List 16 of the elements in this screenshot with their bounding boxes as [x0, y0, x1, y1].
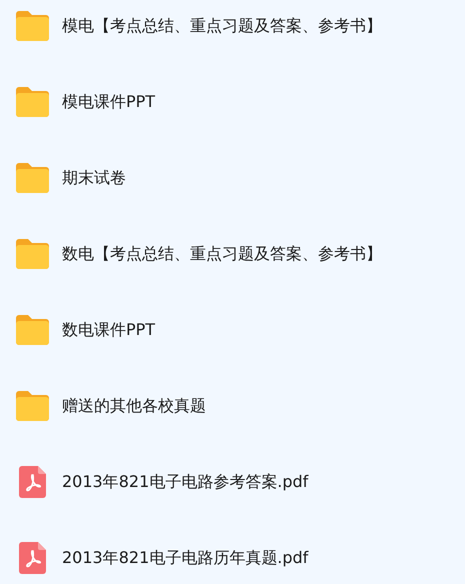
- file-name[interactable]: 数电课件PPT: [62, 320, 156, 340]
- file-name[interactable]: 赠送的其他各校真题: [62, 396, 206, 416]
- folder-icon: [14, 390, 51, 422]
- folder-icon: [14, 10, 51, 42]
- file-name[interactable]: 模电【考点总结、重点习题及答案、参考书】: [62, 16, 382, 36]
- file-name[interactable]: 2013年821电子电路历年真题.pdf: [62, 548, 308, 568]
- folder-icon: [14, 86, 51, 118]
- file-name[interactable]: 数电【考点总结、重点习题及答案、参考书】: [62, 244, 382, 264]
- pdf-icon: [18, 542, 46, 574]
- pdf-icon: [18, 466, 46, 498]
- folder-icon: [14, 162, 51, 194]
- file-name[interactable]: 模电课件PPT: [62, 92, 156, 112]
- file-name[interactable]: 2013年821电子电路参考答案.pdf: [62, 472, 308, 492]
- file-name[interactable]: 期末试卷: [62, 168, 126, 188]
- folder-icon: [14, 314, 51, 346]
- folder-icon: [14, 238, 51, 270]
